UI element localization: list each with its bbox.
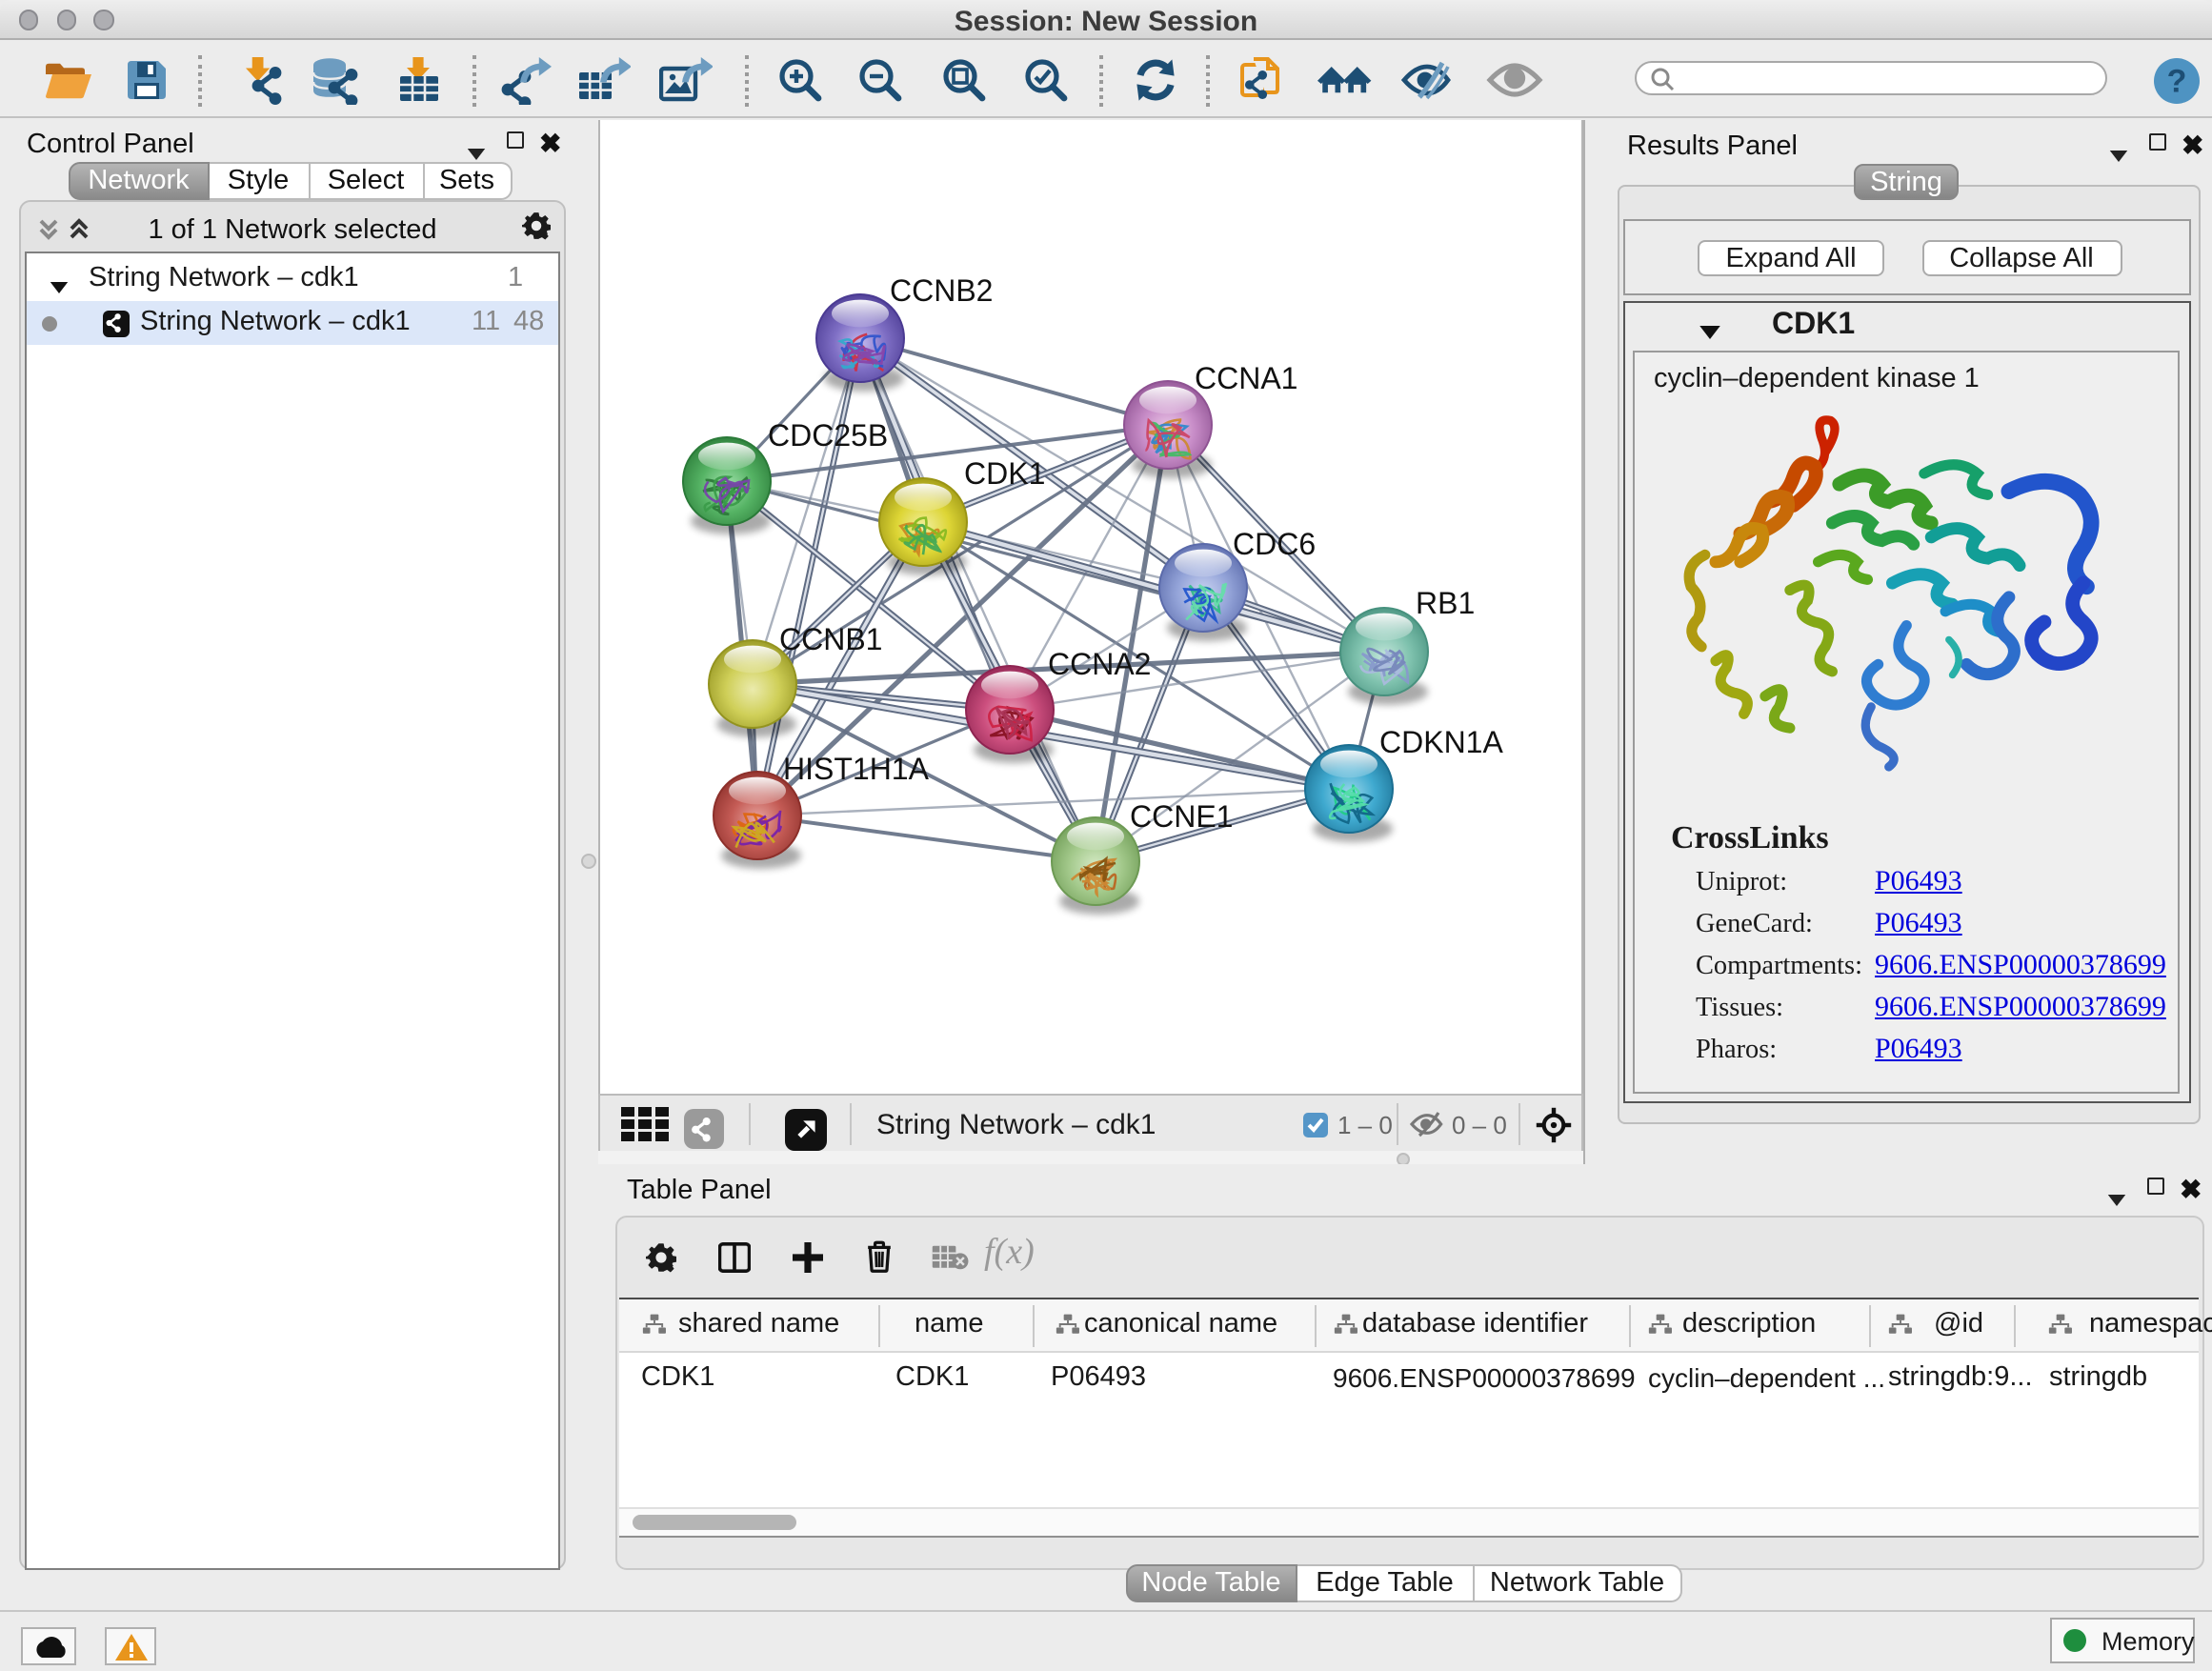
svg-text:CCNB1: CCNB1 [779,622,882,656]
svg-text:CDC6: CDC6 [1233,527,1316,561]
svg-text:CCNE1: CCNE1 [1130,799,1233,834]
svg-text:RB1: RB1 [1416,586,1475,620]
svg-text:CDC25B: CDC25B [768,418,888,453]
svg-text:CDKN1A: CDKN1A [1379,725,1503,759]
svg-text:CCNB2: CCNB2 [890,273,993,308]
svg-text:CDK1: CDK1 [964,456,1045,491]
svg-text:HIST1H1A: HIST1H1A [783,752,930,786]
svg-text:?: ? [2167,64,2187,100]
svg-text:CCNA1: CCNA1 [1195,361,1297,395]
svg-text:CCNA2: CCNA2 [1048,647,1151,681]
